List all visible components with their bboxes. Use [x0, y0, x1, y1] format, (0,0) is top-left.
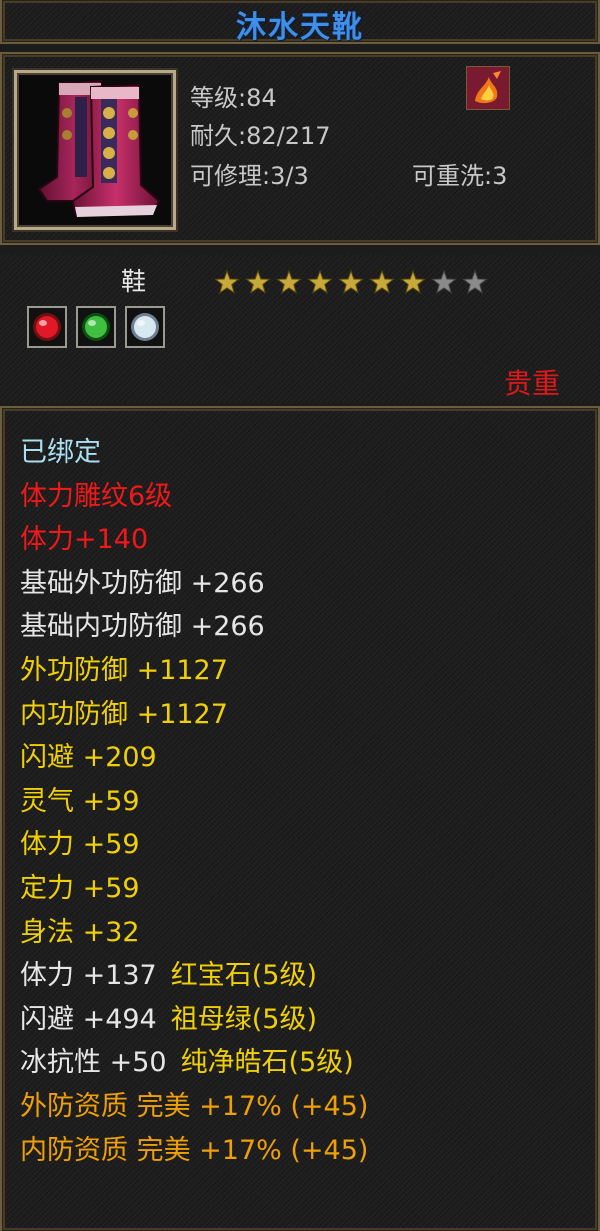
attribute-line: 外功防御 +1127	[20, 655, 228, 686]
item-rewash-count: 可重洗:3	[412, 162, 508, 190]
gem-stat: 闪避 +494	[20, 1003, 157, 1035]
attribute-line: 外防资质 完美 +17% (+45)	[20, 1091, 369, 1122]
star-filled-icon	[307, 269, 333, 294]
boots-icon	[37, 79, 161, 217]
item-info-panel: 等级:84 耐久:82/217 可修理:3/3 可重洗:3	[0, 52, 600, 245]
attribute-line: 体力+140	[20, 524, 149, 556]
star-filled-icon	[338, 269, 364, 294]
gem-attribute-line: 闪避 +494 祖母绿(5级)	[20, 1003, 317, 1035]
gem-slot[interactable]	[27, 306, 67, 348]
star-filled-icon	[214, 269, 240, 294]
attribute-line: 身法 +32	[20, 916, 140, 948]
attribute-line: 体力 +59	[20, 829, 140, 861]
attribute-line: 闪避 +209	[20, 742, 157, 774]
attribute-line: 灵气 +59	[20, 785, 140, 817]
attribute-line: 内功防御 +1127	[20, 698, 228, 730]
ruby-gem-icon	[33, 313, 61, 341]
item-repair-count: 可修理:3/3	[190, 162, 309, 190]
flame-icon	[467, 67, 509, 109]
emerald-gem-icon	[82, 313, 110, 341]
attribute-line: 基础内功防御 +266	[20, 611, 265, 643]
star-filled-icon	[276, 269, 302, 294]
attribute-line: 基础外功防御 +266	[20, 567, 265, 599]
gem-name: 祖母绿(5级)	[170, 1003, 317, 1035]
diamond-gem-icon	[131, 313, 159, 341]
gem-slot[interactable]	[76, 306, 116, 348]
gem-name: 纯净皓石(5级)	[180, 1047, 354, 1079]
item-level: 等级:84	[190, 84, 277, 112]
attribute-panel: 已绑定体力雕纹6级 体力+140 基础外功防御 +266 基础内功防御 +266 外功防…	[0, 406, 600, 1231]
star-filled-icon	[369, 269, 395, 294]
gem-stat: 体力 +137	[20, 960, 157, 992]
item-icon-frame[interactable]	[14, 70, 176, 230]
item-name: 沐水天靴	[236, 10, 364, 45]
gem-name: 红宝石(5级)	[170, 960, 317, 992]
star-empty-icon	[431, 269, 457, 294]
item-summary-panel: 鞋 贵重	[0, 255, 600, 403]
item-durability: 耐久:82/217	[190, 122, 331, 150]
item-type: 鞋	[121, 267, 147, 296]
star-filled-icon	[245, 269, 271, 294]
flame-skill-icon[interactable]	[466, 66, 510, 110]
gem-slot[interactable]	[125, 306, 165, 348]
title-bar: 沐水天靴	[0, 0, 600, 45]
attribute-line: 定力 +59	[20, 873, 140, 904]
gem-stat: 冰抗性 +50	[20, 1047, 167, 1079]
gem-attribute-line: 冰抗性 +50 纯净皓石(5级)	[20, 1048, 354, 1078]
item-quality: 贵重	[503, 367, 560, 400]
attribute-line: 已绑定	[20, 437, 101, 468]
enhance-stars	[214, 269, 488, 294]
star-empty-icon	[462, 269, 488, 294]
star-filled-icon	[400, 269, 426, 294]
gem-attribute-line: 体力 +137 红宝石(5级)	[20, 961, 317, 991]
attribute-line: 体力雕纹6级	[20, 480, 173, 512]
attribute-line: 内防资质 完美 +17% (+45)	[20, 1134, 369, 1166]
